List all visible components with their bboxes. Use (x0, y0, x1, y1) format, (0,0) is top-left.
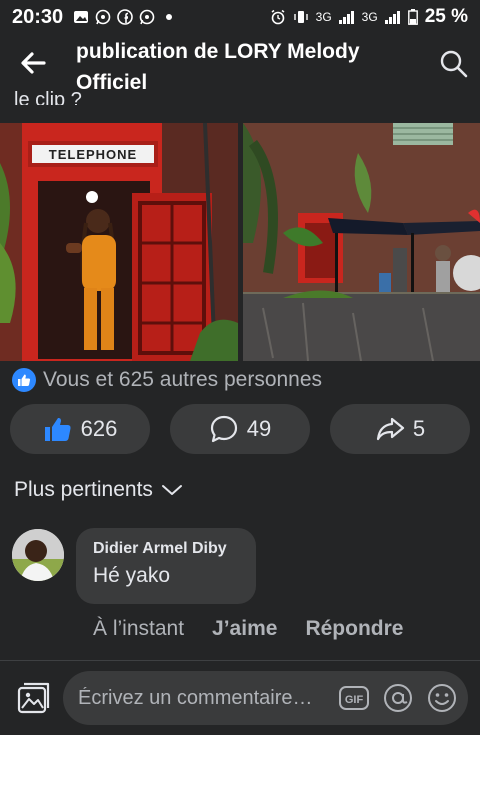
gallery-icon (74, 11, 89, 23)
screen: 20:30 3G 3G 25 % publication de LORY Mel… (0, 0, 480, 735)
photo-attach-icon[interactable] (14, 680, 50, 716)
comment-input[interactable] (78, 686, 333, 710)
whatsapp-icon (95, 9, 111, 25)
mention-icon[interactable] (382, 682, 414, 714)
comment-bubble-icon (210, 415, 237, 443)
chevron-down-icon (161, 485, 182, 495)
facebook-icon (117, 9, 133, 25)
signal-icon-2 (384, 11, 400, 24)
like-reaction-icon (12, 368, 36, 392)
reaction-summary[interactable]: Vous et 625 autres personnes (12, 368, 322, 392)
comment-text: Hé yako (93, 564, 171, 587)
share-button[interactable]: 5 (330, 404, 470, 454)
gif-label: GIF (345, 694, 364, 706)
post-photo-rainy-set[interactable] (243, 123, 480, 361)
comment-bubble[interactable]: Didier Armel Diby Hé yako (76, 528, 256, 604)
share-count: 5 (412, 416, 426, 441)
comment-meta: À l’instant J’aime Répondre (93, 617, 403, 641)
telephone-booth-illustration: TELEPHONE (0, 123, 238, 361)
comment-author[interactable]: Didier Armel Diby (93, 540, 256, 558)
signal-icon (338, 11, 354, 24)
battery-percent: 25 % (424, 6, 468, 27)
comment-reply-button[interactable]: Répondre (305, 617, 403, 641)
sort-label: Plus pertinents (14, 478, 153, 501)
network-type-1: 3G (315, 10, 332, 24)
post-photos: TELEPHONE (0, 123, 480, 361)
user-photo (12, 529, 64, 581)
page-title: publication de LORY Melody Officiel (76, 40, 360, 94)
alarm-icon (271, 9, 285, 25)
post-actions: 626 49 5 (10, 404, 470, 454)
reaction-summary-text: Vous et 625 autres personnes (43, 368, 323, 391)
comment-button[interactable]: 49 (170, 404, 310, 454)
divider (0, 660, 480, 661)
notification-icons (73, 9, 177, 25)
gif-icon[interactable]: GIF (338, 682, 370, 714)
avatar[interactable] (12, 529, 64, 581)
thumbs-up-icon (44, 417, 71, 441)
back-arrow-icon[interactable] (18, 48, 48, 78)
rainy-set-illustration (243, 123, 480, 361)
like-button[interactable]: 626 (10, 404, 150, 454)
share-arrow-icon (376, 417, 404, 441)
status-time: 20:30 (12, 5, 64, 28)
vibrate-icon (293, 11, 308, 23)
battery-icon (407, 9, 418, 25)
dot-icon (166, 14, 173, 20)
comment-sort-dropdown[interactable]: Plus pertinents (14, 478, 183, 502)
like-count: 626 (80, 416, 118, 441)
composer-icons: GIF (338, 682, 458, 714)
comment-like-button[interactable]: J’aime (212, 617, 277, 641)
comment-composer: GIF (63, 671, 468, 725)
search-icon[interactable] (438, 48, 470, 80)
whatsapp-icon-2 (139, 9, 155, 25)
post-photo-telephone-booth[interactable]: TELEPHONE (0, 123, 238, 361)
status-bar: 20:30 3G 3G 25 % (0, 0, 480, 34)
comment-count: 49 (246, 416, 272, 441)
emoji-icon[interactable] (426, 682, 458, 714)
system-icons: 3G 3G 25 % (270, 6, 468, 28)
comment-time: À l’instant (93, 617, 185, 640)
post-text: le clip ? (14, 89, 82, 105)
svg-text:TELEPHONE: TELEPHONE (49, 147, 137, 162)
network-type-2: 3G (361, 10, 378, 24)
